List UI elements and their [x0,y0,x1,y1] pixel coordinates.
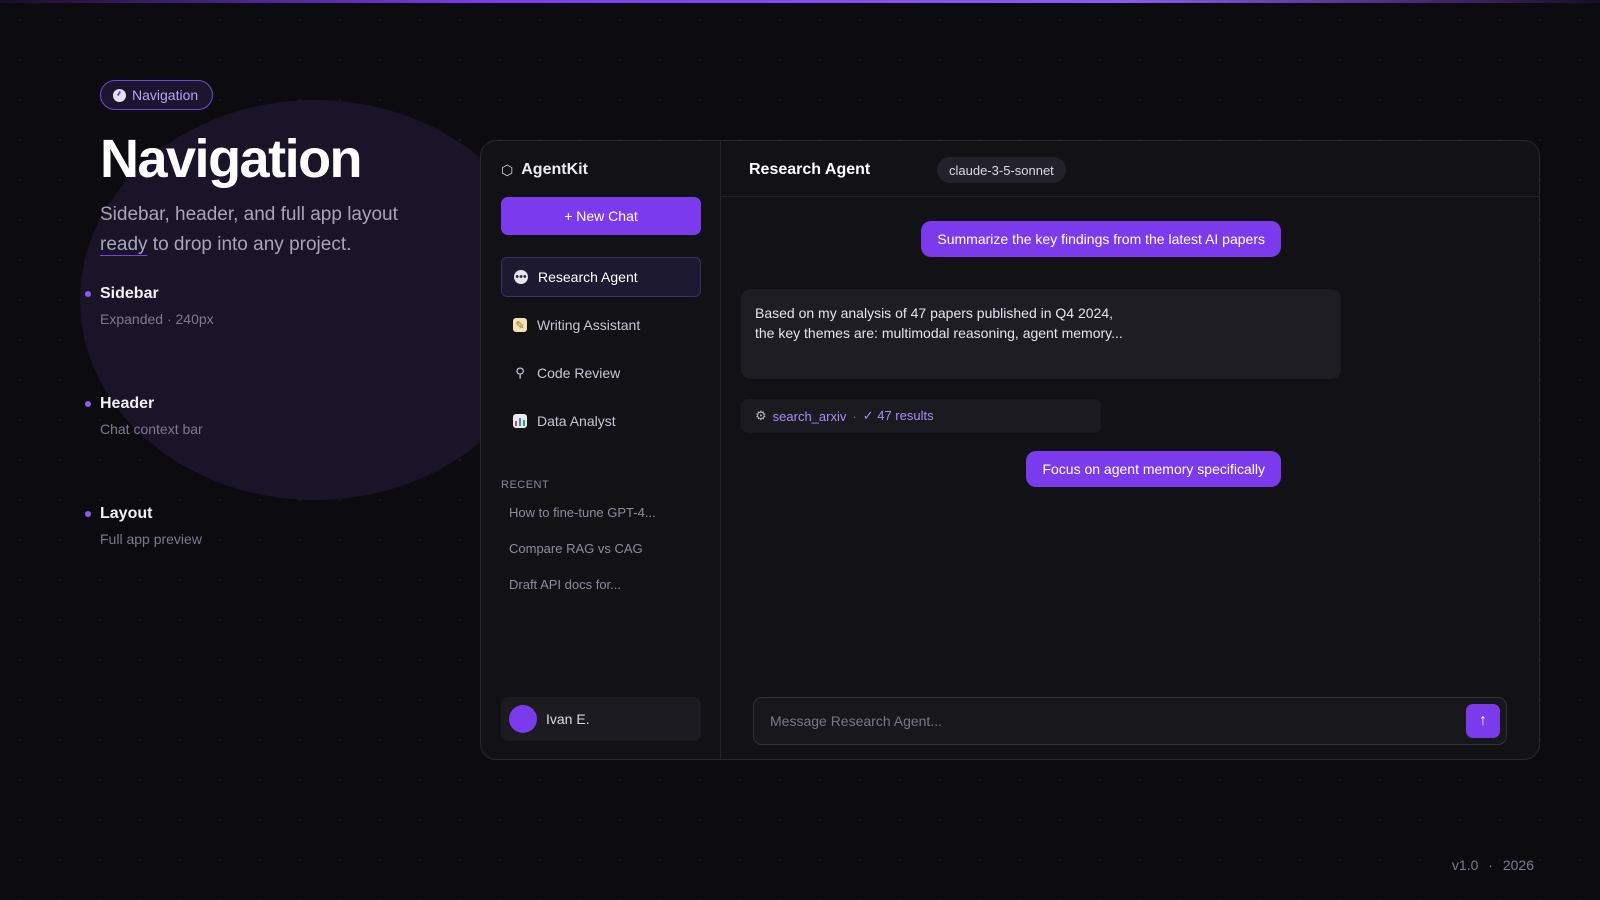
bullet-dot [85,401,91,407]
sidebar-item-code-review[interactable]: ⚲ Code Review [501,353,701,393]
compass-icon [113,88,126,102]
feature-subtitle: Expanded · 240px [100,311,214,327]
tool-name: search_arxiv [772,408,847,424]
separator: · [852,408,857,424]
feature-sidebar: Sidebar Expanded · 240px [85,285,214,327]
message-input[interactable]: Message Research Agent... ↑ [753,697,1507,745]
brand: ⬡ AgentKit [501,161,588,179]
feature-subtitle: Full app preview [100,531,202,547]
footer-separator: · [1488,857,1493,873]
year: 2026 [1502,857,1534,873]
sidebar-item-research-agent[interactable]: ••• Research Agent [501,257,701,297]
user-profile[interactable]: Ivan E. [501,697,701,741]
sidebar-item-label: Data Analyst [537,413,616,429]
assistant-message: Based on my analysis of 47 papers publis… [741,289,1341,379]
feature-header: Header Chat context bar [85,395,203,437]
sidebar-item-data-analyst[interactable]: Data Analyst [501,401,701,441]
version: v1.0 [1451,857,1479,873]
version-footer: v1.0 · 2026 [1452,857,1534,873]
new-chat-button[interactable]: + New Chat [501,197,701,235]
arrow-up-icon: ↑ [1479,712,1487,729]
send-button[interactable]: ↑ [1466,704,1500,738]
app-preview-window: ⬡ AgentKit + New Chat ••• Research Agent… [480,140,1540,760]
section-badge-label: Navigation [132,87,199,103]
sidebar: ⬡ AgentKit + New Chat ••• Research Agent… [481,141,721,759]
chat-header: Research Agent claude-3-5-sonnet [721,141,1539,197]
bullet-dot [85,291,91,297]
chat-main: Research Agent claude-3-5-sonnet Summari… [721,141,1539,759]
sidebar-item-label: Writing Assistant [537,317,641,333]
chat-title: Research Agent [749,161,871,178]
assistant-message-line: Based on my analysis of 47 papers publis… [755,305,1114,321]
recent-item[interactable]: Draft API docs for... [509,577,621,592]
user-name: Ivan E. [546,711,590,727]
avatar [509,705,537,733]
subtitle-text-2: to drop into any project. [147,234,352,255]
section-badge: Navigation [100,80,214,110]
brand-name: AgentKit [521,161,588,178]
tool-result: ✓ 47 results [862,408,934,423]
sidebar-item-label: Code Review [537,365,621,381]
tool-call-chip[interactable]: ⚙ search_arxiv · ✓ 47 results [741,399,1101,433]
feature-subtitle: Chat context bar [100,421,203,437]
page-subtitle: Sidebar, header, and full app layout rea… [100,200,440,260]
feature-title: Layout [100,505,153,522]
feature-layout: Layout Full app preview [85,505,202,547]
bullet-dot [85,511,91,517]
memo-icon: ✎ [513,318,527,332]
recent-item[interactable]: Compare RAG vs CAG [509,541,643,556]
message-input-placeholder: Message Research Agent... [770,713,942,729]
sidebar-item-writing-assistant[interactable]: ✎ Writing Assistant [501,305,701,345]
feature-title: Sidebar [100,285,159,302]
bar-chart-icon [513,414,527,428]
user-message: Focus on agent memory specifically [1026,451,1281,487]
gear-icon: ⚙ [755,408,767,423]
magnifier-icon: ⚲ [515,365,525,380]
recent-item[interactable]: How to fine-tune GPT-4... [509,505,656,520]
page-title: Navigation [100,129,363,189]
top-accent-line [0,0,1600,3]
sidebar-item-label: Research Agent [538,269,638,285]
assistant-message-line: the key themes are: multimodal reasoning… [755,325,1123,341]
model-badge[interactable]: claude-3-5-sonnet [937,157,1066,183]
speech-bubble-icon: ••• [514,270,528,284]
feature-title: Header [100,395,155,412]
subtitle-underlined: ready [100,234,148,255]
user-message: Summarize the key findings from the late… [921,221,1281,257]
recent-heading: RECENT [501,479,550,491]
subtitle-text-1: Sidebar, header, and full app layout [100,204,398,225]
hexagon-icon: ⬡ [501,161,514,178]
